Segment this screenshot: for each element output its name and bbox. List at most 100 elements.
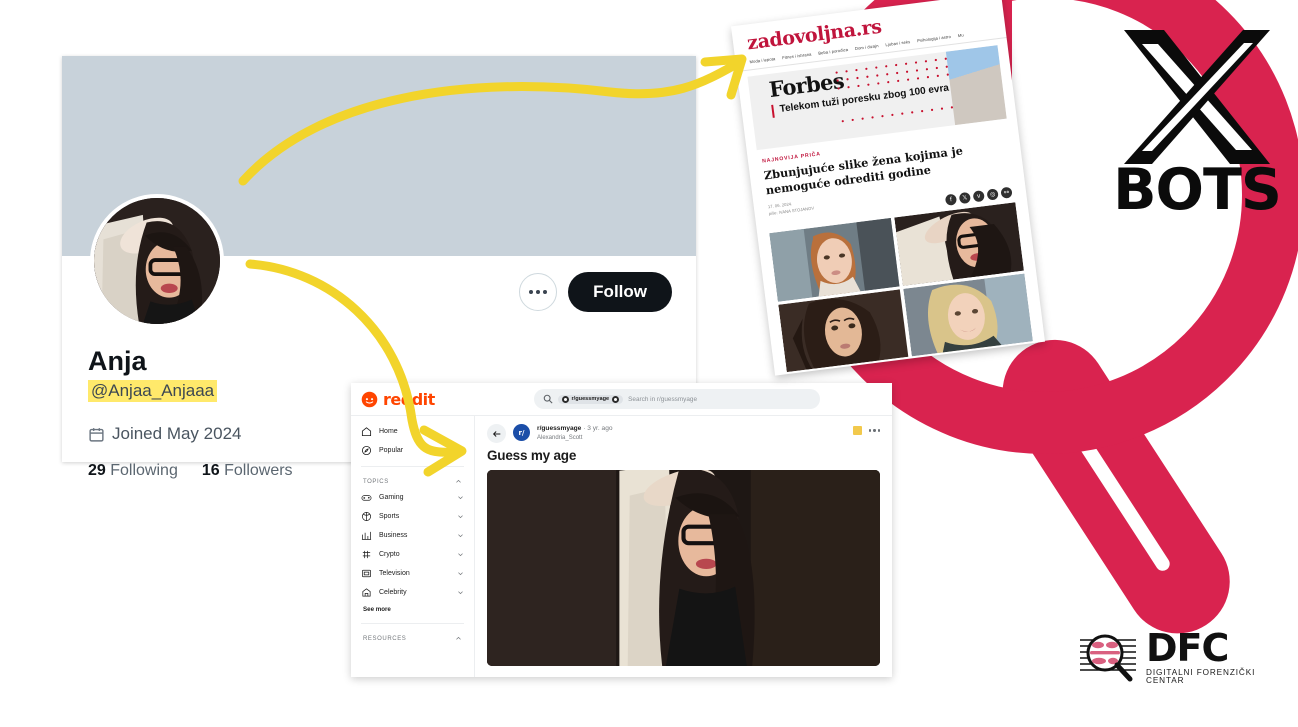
post-age: · 3 yr. ago [583,425,613,432]
sidebar-topic-gaming[interactable]: Gaming [351,488,474,507]
following-count: 29 [88,462,106,480]
search-placeholder: Search in r/guessmyage [628,395,698,403]
chevron-down-icon [458,553,463,557]
chevron-up-icon [456,636,461,640]
subreddit-avatar[interactable]: r/ [513,424,530,441]
sidebar-topic-label: Gaming [379,494,404,501]
reddit-screenshot: reddit r/guessmyage Search in r/guessmya… [351,383,892,677]
chevron-down-icon [458,591,463,595]
back-button[interactable] [487,424,506,443]
arrow-left-icon [492,430,500,437]
search-icon [543,394,553,404]
post-author[interactable]: Alexandria_Scott [537,434,613,442]
dot-icon [536,290,541,294]
joined-date-row: Joined May 2024 [88,424,293,444]
news-nav-item[interactable]: Moda i lepota [749,56,775,64]
sidebar-topic-business[interactable]: Business [351,526,474,545]
sidebar-topic-sports[interactable]: Sports [351,507,474,526]
sidebar-topic-label: Crypto [379,551,400,558]
dot-icon [877,429,880,432]
reddit-post-view: r/ r/guessmyage · 3 yr. ago Alexandria_S… [475,416,892,677]
topics-section-header[interactable]: TOPICS [351,473,474,488]
news-nav-item[interactable]: Ljubav i seks [885,39,910,47]
dfc-logo: DFC DIGITALNI FORENZIČKI CENTAR [1078,622,1278,692]
news-photo [893,202,1024,286]
reddit-header: reddit r/guessmyage Search in r/guessmya… [351,383,892,416]
dot-icon [868,429,872,432]
sidebar-topic-crypto[interactable]: Crypto [351,545,474,564]
gaming-icon [361,495,372,501]
business-icon [361,531,372,540]
followers-stat[interactable]: 16 Followers [202,462,293,480]
news-nav-item[interactable]: Fitnes i ishrana [782,52,812,61]
reddit-logo[interactable]: reddit [361,390,471,409]
dot-icon [543,290,548,294]
news-photo-grid [769,202,1033,373]
see-more-button[interactable]: See more [351,602,474,617]
sidebar-topic-television[interactable]: Television [351,564,474,583]
x-icon[interactable]: 𝕏 [958,191,972,205]
following-stat[interactable]: 29 Following [88,462,178,480]
follow-button[interactable]: Follow [568,272,672,312]
chevron-up-icon [456,479,461,483]
avatar[interactable] [90,194,224,328]
close-icon[interactable] [612,395,620,403]
news-nav-item[interactable]: Beba i porodica [818,47,848,56]
divider [361,623,464,624]
profile-stats: 29 Following 16 Followers [88,462,293,480]
celebrity-icon [362,588,371,597]
post-image[interactable] [487,470,880,666]
followers-count: 16 [201,462,220,480]
post-subreddit[interactable]: r/guessmyage [537,425,581,432]
dot-icon [873,429,876,432]
search-input[interactable]: r/guessmyage Search in r/guessmyage [533,389,820,409]
followers-label: Followers [224,462,293,480]
award-icon[interactable] [852,426,862,435]
sidebar-topic-label: Sports [379,513,400,520]
sidebar-item-popular[interactable]: Popular [351,441,474,460]
more-options-button[interactable] [519,273,558,311]
subreddit-avatar-icon [561,395,569,403]
chevron-down-icon [458,572,463,576]
post-subreddit-line: r/guessmyage · 3 yr. ago [537,425,613,434]
avatar-photo [94,198,220,324]
search-subreddit-chip[interactable]: r/guessmyage [557,394,624,404]
x-logo-icon [1124,30,1270,164]
joined-date-text: Joined May 2024 [112,424,242,444]
sidebar-topic-celebrity[interactable]: Celebrity [351,583,474,602]
post-more-button[interactable] [868,429,880,432]
reddit-wordmark: reddit [383,389,435,409]
chevron-down-icon [458,534,463,538]
profile-actions: Follow [519,272,672,312]
news-photo [769,217,900,302]
news-nav-item[interactable]: Psihologija i astro [917,34,951,43]
news-photo [778,288,909,373]
link-icon[interactable]: ⚯ [1000,186,1013,199]
viber-icon[interactable]: v [972,190,985,203]
divider [361,466,464,467]
news-nav-item[interactable]: Mu [958,32,964,38]
instagram-icon[interactable]: ◎ [986,188,999,201]
post-title: Guess my age [487,448,577,463]
dfc-tagline: DIGITALNI FORENZIČKI CENTAR [1146,667,1256,685]
facebook-icon[interactable]: f [944,193,958,206]
popular-icon [361,445,372,456]
following-label: Following [110,462,178,480]
reddit-mascot-icon [361,391,378,407]
xbots-logo: BOTS [1112,22,1282,227]
dotted-pattern-icon [835,57,954,123]
sidebar-item-home[interactable]: Home [351,422,474,441]
news-nav-item[interactable]: Dom i dizajn [855,43,879,51]
sidebar-item-label: Popular [379,447,404,454]
resources-section-header[interactable]: RESOURCES [351,630,474,645]
calendar-icon [89,427,104,442]
magnifier-forensic-icon [1080,634,1136,682]
xbots-wordmark: BOTS [1113,157,1282,223]
resources-header-label: RESOURCES [363,635,407,642]
chevron-down-icon [458,515,463,519]
crypto-icon [362,550,371,559]
search-chip-label: r/guessmyage [571,396,610,402]
reddit-sidebar: Home Popular TOPICS Gaming Sports Busine… [351,416,475,677]
topics-header-label: TOPICS [363,478,389,485]
sidebar-item-label: Home [379,428,398,435]
